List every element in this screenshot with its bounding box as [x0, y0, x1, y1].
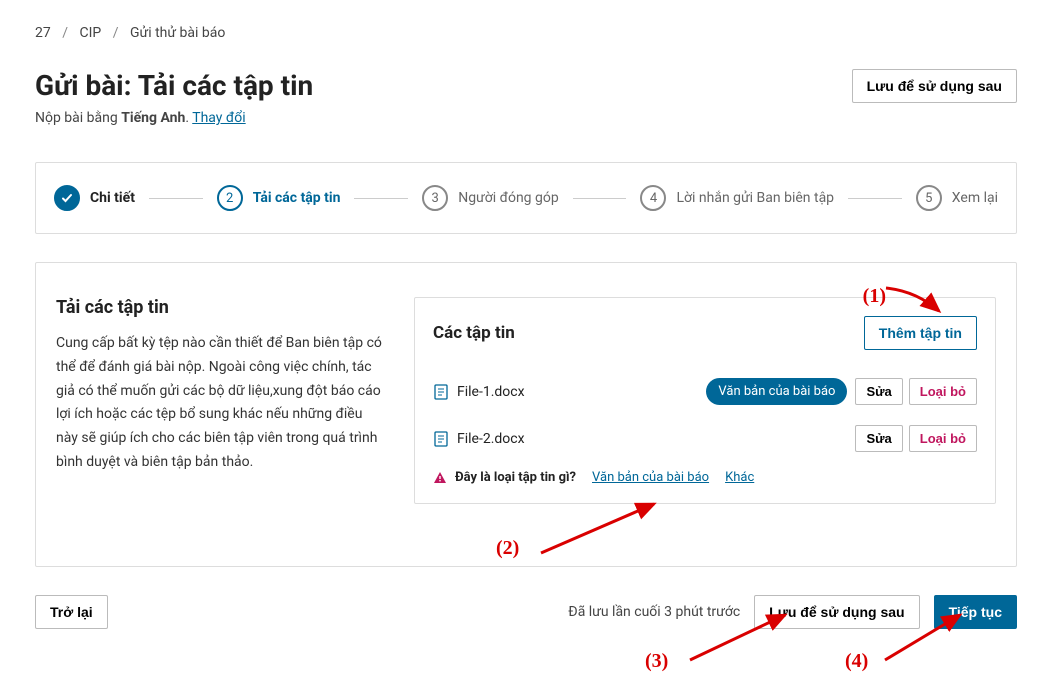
file-name: File-2.docx — [457, 431, 847, 447]
continue-button[interactable]: Tiếp tục — [934, 595, 1017, 629]
save-for-later-button-top[interactable]: Lưu để sử dụng sau — [852, 69, 1017, 103]
breadcrumb-sep: / — [113, 25, 119, 41]
step-number: 2 — [217, 185, 243, 211]
file-row: File-1.docx Văn bản của bài báo Sửa Loại… — [433, 368, 977, 415]
breadcrumb-item[interactable]: 27 — [35, 25, 51, 41]
file-name: File-1.docx — [457, 384, 698, 400]
stepper-card: Chi tiết 2 Tải các tập tin 3 Người đóng … — [35, 162, 1017, 234]
step-upload[interactable]: 2 Tải các tập tin — [217, 185, 341, 211]
step-review[interactable]: 5 Xem lại — [916, 185, 998, 211]
file-type-warning: Đây là loại tập tin gì? Văn bản của bài … — [433, 462, 977, 485]
breadcrumb-item[interactable]: CIP — [80, 25, 102, 41]
footer-row: Trở lại Đã lưu lần cuối 3 phút trước Lưu… — [35, 595, 1017, 629]
page-title: Gửi bài: Tải các tập tin — [35, 69, 313, 102]
remove-file-button[interactable]: Loại bỏ — [909, 378, 977, 405]
step-number: 4 — [640, 185, 666, 211]
step-number: 3 — [422, 185, 448, 211]
breadcrumb-sep: / — [62, 25, 68, 41]
change-language-link[interactable]: Thay đổi — [192, 110, 245, 126]
files-panel: Các tập tin Thêm tập tin File-1.docx Văn… — [414, 297, 996, 504]
subtitle-lang: Tiếng Anh — [121, 110, 185, 126]
add-file-button[interactable]: Thêm tập tin — [864, 316, 977, 350]
warning-question: Đây là loại tập tin gì? — [455, 470, 576, 485]
upload-description: Cung cấp bất kỳ tệp nào cần thiết để Ban… — [56, 332, 386, 475]
step-details[interactable]: Chi tiết — [54, 185, 135, 211]
step-editor-message[interactable]: 4 Lời nhắn gửi Ban biên tập — [640, 185, 834, 211]
step-divider — [573, 198, 627, 199]
annotation-4: (4) — [845, 650, 868, 673]
edit-file-button[interactable]: Sửa — [855, 378, 902, 405]
content-card: Tải các tập tin Cung cấp bất kỳ tệp nào … — [35, 262, 1017, 567]
step-label: Người đóng góp — [458, 190, 559, 206]
step-label: Tải các tập tin — [253, 190, 341, 206]
last-saved-text: Đã lưu lần cuối 3 phút trước — [568, 604, 740, 620]
edit-file-button[interactable]: Sửa — [855, 425, 902, 452]
subtitle-prefix: Nộp bài bằng — [35, 110, 121, 126]
upload-title: Tải các tập tin — [56, 297, 386, 318]
stepper: Chi tiết 2 Tải các tập tin 3 Người đóng … — [54, 185, 998, 211]
annotation-2: (2) — [496, 537, 519, 560]
arrow-icon — [536, 498, 666, 558]
back-button[interactable]: Trở lại — [35, 595, 108, 629]
file-row: File-2.docx Sửa Loại bỏ — [433, 415, 977, 462]
breadcrumb-item[interactable]: Gửi thử bài báo — [130, 25, 225, 41]
save-for-later-button[interactable]: Lưu để sử dụng sau — [754, 595, 919, 629]
warning-icon — [433, 471, 447, 485]
doc-icon — [433, 431, 449, 447]
doc-icon — [433, 384, 449, 400]
step-number: 5 — [916, 185, 942, 211]
step-label: Xem lại — [952, 190, 998, 206]
step-contributors[interactable]: 3 Người đóng góp — [422, 185, 559, 211]
subtitle: Nộp bài bằng Tiếng Anh. Thay đổi — [35, 110, 313, 126]
step-divider — [354, 198, 408, 199]
files-header: Các tập tin — [433, 323, 515, 343]
annotation-3: (3) — [645, 650, 668, 673]
check-icon — [54, 185, 80, 211]
file-type-option-article[interactable]: Văn bản của bài báo — [592, 470, 709, 485]
step-label: Chi tiết — [90, 190, 135, 206]
step-label: Lời nhắn gửi Ban biên tập — [676, 190, 834, 206]
step-divider — [149, 198, 203, 199]
file-type-option-other[interactable]: Khác — [725, 470, 754, 485]
file-type-badge: Văn bản của bài báo — [706, 378, 847, 405]
step-divider — [848, 198, 902, 199]
remove-file-button[interactable]: Loại bỏ — [909, 425, 977, 452]
breadcrumb: 27 / CIP / Gửi thử bài báo — [35, 25, 1017, 41]
